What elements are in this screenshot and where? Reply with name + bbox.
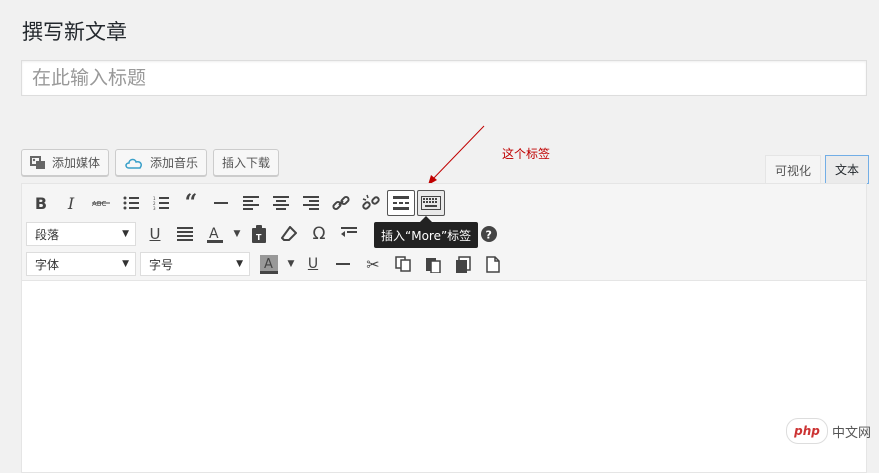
add-media-button[interactable]: 添加媒体 <box>21 149 110 176</box>
format-select-value: 段落 <box>35 227 60 242</box>
chevron-down-icon: ▼ <box>122 259 129 269</box>
eraser-icon[interactable] <box>274 220 304 248</box>
insert-download-button[interactable]: 插入下载 <box>213 149 280 176</box>
blockquote-icon[interactable]: “ <box>176 189 206 217</box>
bullet-list-icon[interactable] <box>116 189 146 217</box>
outdent-icon[interactable] <box>334 220 364 248</box>
page-heading: 撰写新文章 <box>22 20 127 44</box>
omega-icon[interactable]: Ω <box>304 220 334 248</box>
format-select[interactable]: 段落 ▼ <box>26 222 136 246</box>
paste-word-icon[interactable] <box>448 250 478 278</box>
text-color-dropdown-icon[interactable]: ▼ <box>230 220 244 248</box>
background-color-dropdown-icon[interactable]: ▼ <box>284 250 298 278</box>
media-buttons: 添加媒体 添加音乐 插入下载 <box>21 149 280 176</box>
align-left-icon[interactable] <box>236 189 266 217</box>
watermark-text: 中文网 <box>831 425 871 441</box>
media-icon <box>30 155 46 170</box>
strike-line-icon[interactable] <box>328 250 358 278</box>
font-family-value: 字体 <box>35 257 60 272</box>
bold-icon[interactable]: B <box>26 189 56 217</box>
cloud-music-icon <box>124 157 144 169</box>
align-right-icon[interactable] <box>296 189 326 217</box>
help-icon[interactable]: ? <box>474 220 504 248</box>
insert-download-label: 插入下载 <box>222 156 271 170</box>
add-music-label: 添加音乐 <box>150 156 199 170</box>
chevron-down-icon: ▼ <box>236 259 243 269</box>
insert-more-tooltip: 插入“More”标签 <box>374 216 479 248</box>
text-color-icon[interactable]: A <box>200 220 230 248</box>
svg-text:A: A <box>264 257 273 272</box>
annotation-text: 这个标签 <box>502 147 551 161</box>
add-media-label: 添加媒体 <box>52 156 101 170</box>
underline-2-icon[interactable]: U <box>298 250 328 278</box>
editor-mode-tabs: 可视化 文本 <box>764 155 869 184</box>
insert-more-icon[interactable] <box>387 190 415 216</box>
watermark: php 中文网 <box>785 418 871 444</box>
background-color-icon[interactable]: A <box>254 250 284 278</box>
font-size-value: 字号 <box>149 257 174 272</box>
horizontal-line-icon[interactable] <box>206 189 236 217</box>
svg-text:?: ? <box>486 229 492 242</box>
post-title-input[interactable] <box>21 60 867 96</box>
italic-icon[interactable]: I <box>56 189 86 217</box>
tab-visual[interactable]: 可视化 <box>764 155 821 184</box>
new-document-icon[interactable] <box>478 250 508 278</box>
copy-icon[interactable] <box>388 250 418 278</box>
font-family-select[interactable]: 字体 ▼ <box>26 252 136 276</box>
unlink-icon[interactable] <box>356 189 386 217</box>
svg-text:A: A <box>209 226 219 242</box>
toolbar-row-3: 字体 ▼ 字号 ▼ A ▼ U ✂ <box>26 250 508 278</box>
svg-text:ABC: ABC <box>92 200 106 208</box>
php-logo: php <box>785 418 828 444</box>
align-center-icon[interactable] <box>266 189 296 217</box>
numbered-list-icon[interactable]: 123 <box>146 189 176 217</box>
toolbar-toggle-icon[interactable] <box>417 190 445 216</box>
paste-icon[interactable] <box>418 250 448 278</box>
underline-icon[interactable]: U <box>140 220 170 248</box>
justify-icon[interactable] <box>170 220 200 248</box>
tab-text[interactable]: 文本 <box>824 155 869 184</box>
paste-text-icon[interactable]: T <box>244 220 274 248</box>
font-size-select[interactable]: 字号 ▼ <box>140 252 250 276</box>
link-icon[interactable] <box>326 189 356 217</box>
chevron-down-icon: ▼ <box>122 229 129 239</box>
add-music-button[interactable]: 添加音乐 <box>115 149 208 176</box>
strikethrough-icon[interactable]: ABC <box>86 189 116 217</box>
svg-text:T: T <box>256 233 262 242</box>
toolbar-row-1: B I ABC 123 “ <box>26 189 446 217</box>
svg-text:3: 3 <box>153 206 156 210</box>
cut-icon[interactable]: ✂ <box>358 250 388 278</box>
